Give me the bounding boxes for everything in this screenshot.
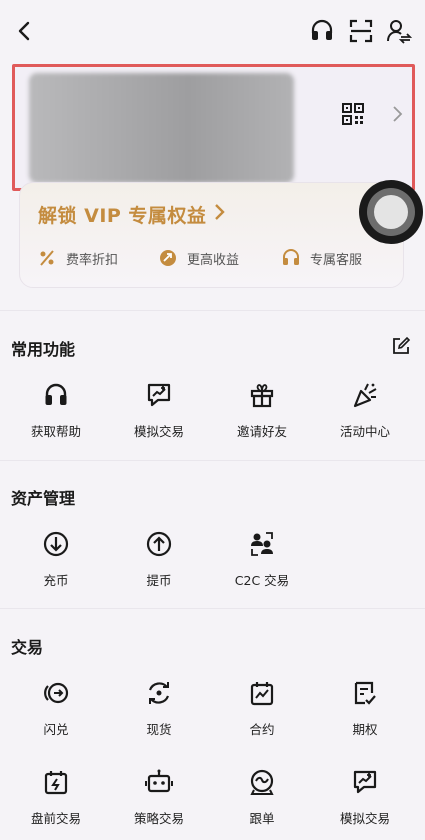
perk-label: 费率折扣: [66, 252, 119, 268]
feature-invite-friends[interactable]: 邀请好友: [212, 381, 312, 440]
options-icon: [354, 681, 376, 705]
vip-title[interactable]: 解锁 VIP 专属权益: [38, 201, 206, 228]
feature-premarket[interactable]: 盘前交易: [6, 768, 106, 827]
divider: [0, 310, 425, 311]
switch-account-icon[interactable]: [386, 18, 412, 44]
feature-label: 模拟交易: [339, 811, 390, 826]
convert-icon: [44, 682, 69, 704]
feature-copy-trade[interactable]: 跟单: [212, 768, 312, 827]
support-icon: [283, 249, 299, 265]
feature-label: 活动中心: [339, 424, 390, 439]
withdraw-icon: [146, 531, 172, 557]
feature-label: 现货: [146, 722, 172, 737]
feature-label: 盘前交易: [30, 811, 81, 826]
feature-label: 期权: [352, 722, 378, 737]
feature-label: 充币: [43, 573, 69, 588]
feature-spot[interactable]: 现货: [109, 679, 209, 738]
edit-icon[interactable]: [391, 336, 411, 356]
feature-get-help[interactable]: 获取帮助: [6, 381, 106, 440]
feature-label: 闪兑: [43, 722, 69, 737]
section-title-trade: 交易: [11, 638, 44, 657]
feature-label: 跟单: [249, 811, 275, 826]
feature-withdraw[interactable]: 提币: [109, 530, 209, 589]
feature-c2c-trade[interactable]: C2C 交易: [212, 530, 312, 589]
feature-deposit[interactable]: 充币: [6, 530, 106, 589]
gift-icon: [250, 384, 274, 408]
perk-label: 专属客服: [310, 252, 363, 268]
scan-icon[interactable]: [348, 18, 374, 44]
futures-icon: [250, 682, 274, 706]
chevron-right-icon[interactable]: [390, 105, 404, 123]
percent-icon: [40, 250, 54, 266]
perk-higher-yield: 更高收益: [159, 247, 239, 269]
feature-label: 模拟交易: [133, 424, 184, 439]
feature-activity-center[interactable]: 活动中心: [315, 381, 415, 440]
headset-icon[interactable]: [309, 18, 335, 44]
top-bar: [0, 0, 425, 64]
section-title-assets: 资产管理: [11, 489, 76, 508]
feature-label: 合约: [249, 722, 275, 737]
demo-trade-icon: [353, 770, 377, 794]
chevron-right-icon[interactable]: [214, 203, 226, 221]
feature-futures[interactable]: 合约: [212, 679, 312, 738]
headset-icon: [45, 383, 67, 405]
feature-label: 获取帮助: [30, 424, 81, 439]
floating-assist-button[interactable]: [359, 180, 423, 244]
c2c-icon: [251, 532, 273, 556]
feature-convert[interactable]: 闪兑: [6, 679, 106, 738]
feature-demo-trade[interactable]: 模拟交易: [109, 381, 209, 440]
divider: [0, 608, 425, 609]
feature-label: 提币: [146, 573, 172, 588]
section-title-common: 常用功能: [11, 340, 76, 359]
vip-card[interactable]: 解锁 VIP 专属权益 费率折扣 更高收益 专属客服: [19, 182, 404, 288]
perk-dedicated-support: 专属客服: [282, 247, 362, 269]
feature-bot-trade[interactable]: 策略交易: [109, 768, 209, 827]
divider: [0, 460, 425, 461]
spot-icon: [148, 682, 170, 704]
deposit-icon: [43, 531, 69, 557]
bot-icon: [145, 769, 173, 793]
profile-card[interactable]: [12, 64, 415, 191]
demo-trade-icon: [147, 383, 171, 407]
feature-label: 策略交易: [133, 811, 184, 826]
party-icon: [353, 383, 377, 408]
qr-code-icon[interactable]: [342, 103, 364, 125]
feature-label: 邀请好友: [236, 424, 287, 439]
perk-fee-discount: 费率折扣: [38, 247, 118, 269]
feature-demo-trade-2[interactable]: 模拟交易: [315, 768, 415, 827]
feature-options[interactable]: 期权: [315, 679, 415, 738]
perk-label: 更高收益: [187, 252, 240, 268]
copy-trade-icon: [250, 769, 274, 795]
redacted-profile-info: [29, 73, 294, 183]
premarket-icon: [44, 771, 68, 795]
yield-icon: [160, 250, 176, 266]
feature-label: C2C 交易: [234, 573, 290, 588]
back-icon[interactable]: [14, 20, 36, 42]
